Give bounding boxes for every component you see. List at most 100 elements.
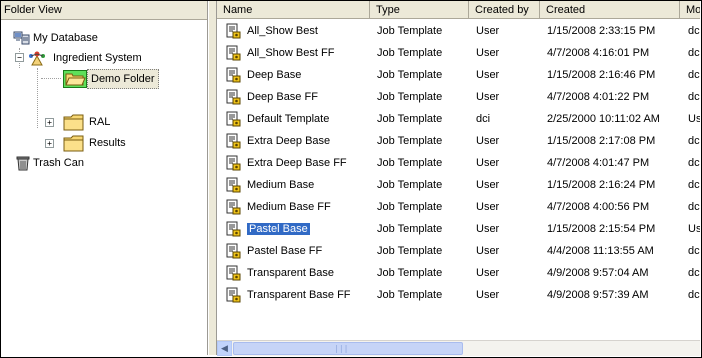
- table-row[interactable]: All_Show Best FF Job Template User 4/7/2008…: [217, 42, 700, 64]
- table-row[interactable]: Deep Base FF Job Template User 4/7/2008 4:0…: [217, 86, 700, 108]
- table-row[interactable]: Medium Base FF Job Template User 4/7/2008 4…: [217, 196, 700, 218]
- cell-created-text: 1/15/2008 2:33:15 PM: [547, 25, 656, 37]
- tree-item-demo-folder[interactable]: Demo Folder: [51, 68, 201, 90]
- grip-icon: |||: [334, 344, 349, 353]
- cell-modified-by: Us: [688, 218, 700, 240]
- cell-created: 2/25/2000 10:11:02 AM: [547, 108, 677, 130]
- cell-created-by: User: [476, 240, 540, 262]
- cell-modified-by: dc: [688, 240, 700, 262]
- collapse-toggle[interactable]: −: [15, 53, 24, 62]
- cell-modified-by: dc: [688, 86, 700, 108]
- job-template-icon: [225, 243, 241, 259]
- cell-type-text: Job Template: [377, 267, 443, 279]
- cell-created-by-text: User: [476, 201, 500, 213]
- cell-type-text: Job Template: [377, 179, 443, 191]
- scroll-thumb[interactable]: |||: [233, 342, 463, 355]
- table-row[interactable]: Transparent Base FF Job Template User 4/9/2…: [217, 284, 700, 306]
- cell-created-by-text: User: [476, 69, 500, 81]
- cell-type: Job Template: [377, 86, 469, 108]
- folder-view-header: Folder View: [1, 1, 207, 20]
- table-row[interactable]: Medium Base Job Template User 1/15/2008 2:1…: [217, 174, 700, 196]
- column-header-created[interactable]: Created: [540, 1, 680, 19]
- cell-created: 4/7/2008 4:16:01 PM: [547, 42, 677, 64]
- cell-type: Job Template: [377, 218, 469, 240]
- table-row[interactable]: Pastel Base FF Job Template User 4/4/2008 1…: [217, 240, 700, 262]
- cell-modified-by: Us: [688, 108, 700, 130]
- cell-created-text: 1/15/2008 2:16:24 PM: [547, 179, 656, 191]
- cell-created-by-text: dci: [476, 113, 491, 125]
- cell-type: Job Template: [377, 130, 469, 152]
- cell-created: 1/15/2008 2:15:54 PM: [547, 218, 677, 240]
- cell-created-by: User: [476, 42, 540, 64]
- expand-toggle[interactable]: +: [45, 139, 54, 148]
- table-row[interactable]: Extra Deep Base Job Template User 1/15/2008…: [217, 130, 700, 152]
- table-row[interactable]: Deep Base Job Template User 1/15/2008 2:16:…: [217, 64, 700, 86]
- expand-toggle[interactable]: +: [45, 118, 54, 127]
- cell-modified-by: dc: [688, 64, 700, 86]
- cell-created-by: User: [476, 174, 540, 196]
- cell-created-by-text: User: [476, 289, 500, 301]
- cell-name: Medium Base: [247, 174, 367, 196]
- job-template-icon: [225, 287, 241, 303]
- cell-modified-by-text: Us: [688, 113, 700, 125]
- cell-type: Job Template: [377, 20, 469, 42]
- cell-modified-by-text: dc: [688, 135, 700, 147]
- tree-item-ingredient-system[interactable]: − Ingredient System: [13, 48, 203, 68]
- cell-name-text: Deep Base: [247, 69, 302, 81]
- horizontal-scrollbar[interactable]: ◀ |||: [217, 340, 700, 356]
- cell-name-text: Extra Deep Base FF: [247, 157, 347, 169]
- cell-created-text: 4/7/2008 4:01:22 PM: [547, 91, 650, 103]
- table-row[interactable]: Pastel Base Job Template User 1/15/2008 2:1…: [217, 218, 700, 240]
- cell-created-text: 4/4/2008 11:13:55 AM: [547, 245, 654, 257]
- table-row[interactable]: Default Template Job Template dci 2/25/2000…: [217, 108, 700, 130]
- tree-item-my-database[interactable]: My Database: [11, 28, 201, 48]
- cell-created: 1/15/2008 2:33:15 PM: [547, 20, 677, 42]
- cell-created-by: User: [476, 152, 540, 174]
- open-folder-icon: [63, 70, 87, 95]
- job-template-icon: [225, 221, 241, 237]
- cell-created-by-text: User: [476, 91, 500, 103]
- cell-name-text: All_Show Best FF: [247, 47, 335, 59]
- cell-name: Pastel Base FF: [247, 240, 367, 262]
- cell-created-text: 4/7/2008 4:00:56 PM: [547, 201, 650, 213]
- cell-modified-by-text: Us: [688, 223, 700, 235]
- job-template-icon: [225, 89, 241, 105]
- cell-type-text: Job Template: [377, 69, 443, 81]
- table-row[interactable]: All_Show Best Job Template User 1/15/2008 2…: [217, 20, 700, 42]
- scroll-left-button[interactable]: ◀: [217, 341, 232, 356]
- cell-modified-by: dc: [688, 152, 700, 174]
- column-header-modified-by[interactable]: Mo: [680, 1, 700, 19]
- pane-splitter[interactable]: [208, 1, 217, 355]
- table-row[interactable]: Transparent Base Job Template User 4/9/2008…: [217, 262, 700, 284]
- tree-item-trash-can[interactable]: Trash Can: [11, 153, 201, 173]
- job-template-icon: [225, 23, 241, 39]
- folder-view-pane: Folder View My Database − Ingredient Sys…: [1, 1, 208, 355]
- cell-type-text: Job Template: [377, 47, 443, 59]
- table-row[interactable]: Extra Deep Base FF Job Template User 4/7/20…: [217, 152, 700, 174]
- tree-item-ral[interactable]: + RAL: [45, 112, 195, 132]
- cell-name-text: Transparent Base: [247, 267, 335, 279]
- tree-item-label: My Database: [33, 32, 98, 44]
- cell-name: Medium Base FF: [247, 196, 367, 218]
- tree-item-results[interactable]: + Results: [45, 133, 195, 153]
- cell-type-text: Job Template: [377, 223, 443, 235]
- cell-created-text: 4/7/2008 4:01:47 PM: [547, 157, 650, 169]
- cell-created-by: User: [476, 86, 540, 108]
- cell-created-by: User: [476, 284, 540, 306]
- cell-name-text: All_Show Best: [247, 25, 318, 37]
- tree-item-label: RAL: [89, 116, 111, 128]
- cell-modified-by: dc: [688, 20, 700, 42]
- job-template-icon: [225, 265, 241, 281]
- cell-modified-by: dc: [688, 284, 700, 306]
- column-header-type[interactable]: Type: [370, 1, 469, 19]
- column-header-name[interactable]: Name: [217, 1, 370, 19]
- cell-name: Extra Deep Base FF: [247, 152, 367, 174]
- column-header-created-by[interactable]: Created by: [469, 1, 540, 19]
- tree-item-label: Results: [89, 137, 126, 149]
- cell-modified-by-text: dc: [688, 91, 700, 103]
- cell-modified-by-text: dc: [688, 289, 700, 301]
- cell-created: 4/9/2008 9:57:39 AM: [547, 284, 677, 306]
- cell-name: All_Show Best: [247, 20, 367, 42]
- cell-created-by-text: User: [476, 25, 500, 37]
- list-view-pane: Name Type Created by Created Mo All_Show…: [217, 1, 700, 355]
